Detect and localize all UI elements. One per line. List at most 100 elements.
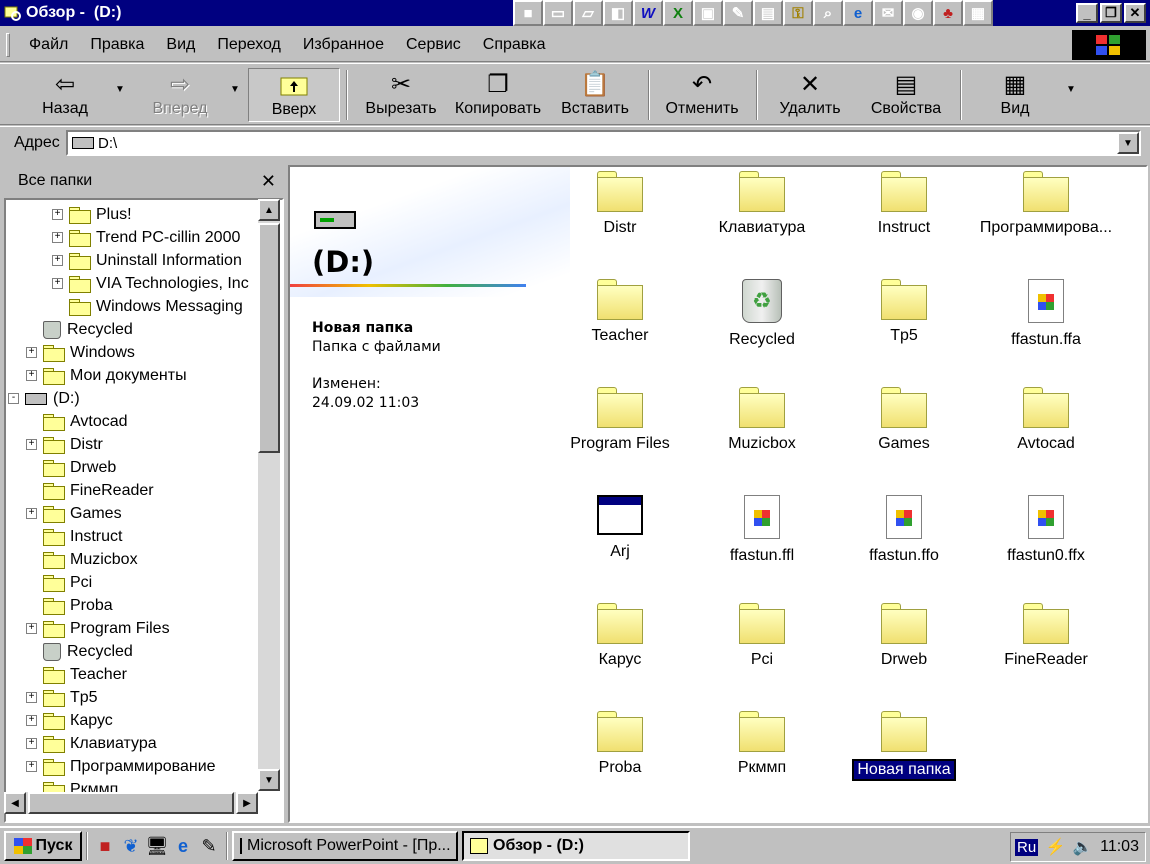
tree-item[interactable]: FineReader (26, 479, 154, 502)
close-button[interactable]: ✕ (1124, 3, 1146, 23)
tree-item[interactable]: + Клавиатура (26, 732, 157, 755)
excel-icon[interactable]: X (663, 0, 693, 26)
scroll-down-button[interactable]: ▼ (258, 769, 280, 791)
tree-item[interactable]: Instruct (26, 525, 122, 548)
tree-item[interactable]: + Windows (26, 341, 135, 364)
tree-item[interactable]: Recycled (26, 318, 133, 341)
file-item[interactable]: Ркммп (692, 711, 832, 811)
open-document-icon[interactable]: ▱ (573, 0, 603, 26)
tree-item[interactable]: - (D:) (8, 387, 80, 410)
scroll-right-button[interactable]: ▶ (236, 792, 258, 814)
tree-item[interactable]: Recycled (26, 640, 133, 663)
expand-icon[interactable]: + (26, 738, 37, 749)
file-item[interactable]: Instruct (834, 171, 974, 271)
powerpoint-icon[interactable]: ▣ (693, 0, 723, 26)
office-logo-icon[interactable]: ■ (513, 0, 543, 26)
maximize-button[interactable]: ❐ (1100, 3, 1122, 23)
expand-icon[interactable]: + (26, 761, 37, 772)
file-item[interactable]: ffastun.ffo (834, 495, 974, 595)
up-button[interactable]: Вверх (248, 68, 340, 122)
tree-item[interactable]: + Карус (26, 709, 113, 732)
undo-button[interactable]: ↶ Отменить (662, 68, 742, 122)
title-bar[interactable]: Обзор - (D:) ■ ▭ ▱ ◧ W X ▣ ✎ ▤ ⚿ ⌕ e ✉ ◉… (0, 0, 1150, 26)
forward-button[interactable]: ⇨ Вперед (140, 68, 220, 122)
file-item[interactable]: Карус (550, 603, 690, 703)
ie-launch-icon[interactable]: e (170, 833, 196, 859)
minimize-button[interactable]: _ (1076, 3, 1098, 23)
tree-item[interactable]: + Программирование (26, 755, 216, 778)
menu-grip[interactable] (6, 32, 10, 57)
forward-history-dropdown[interactable]: ▼ (230, 84, 240, 95)
word-icon[interactable]: W (633, 0, 663, 26)
file-item[interactable]: ffastun.ffl (692, 495, 832, 595)
collapse-icon[interactable]: - (8, 393, 19, 404)
tree-scroll-thumb[interactable] (258, 223, 280, 453)
language-indicator[interactable]: Ru (1015, 838, 1039, 856)
tree-item[interactable]: Muzicbox (26, 548, 138, 571)
expand-icon[interactable]: + (26, 439, 37, 450)
tree-item[interactable]: Pci (26, 571, 92, 594)
expand-icon[interactable]: + (26, 370, 37, 381)
tree-vertical-scrollbar[interactable]: ▲ ▼ (258, 199, 280, 791)
file-item[interactable]: Games (834, 387, 974, 487)
show-desktop-icon[interactable]: 🖥 (144, 833, 170, 859)
outlook-launch-icon[interactable]: ✎ (196, 833, 222, 859)
file-item[interactable]: Avtocad (976, 387, 1116, 487)
task-powerpoint[interactable]: Microsoft PowerPoint - [Пр... (232, 831, 458, 861)
tree-item[interactable]: + Distr (26, 433, 103, 456)
cut-button[interactable]: ✂ Вырезать (362, 68, 440, 122)
views-button[interactable]: ▦ Вид (990, 68, 1040, 122)
camera-icon[interactable]: ◉ (903, 0, 933, 26)
tree-item[interactable]: + Uninstall Information (52, 249, 242, 272)
file-item[interactable]: Muzicbox (692, 387, 832, 487)
tree-item[interactable]: Teacher (26, 663, 127, 686)
file-item[interactable]: FineReader (976, 603, 1116, 703)
tree-item[interactable]: + Games (26, 502, 122, 525)
copy-button[interactable]: ❐ Копировать (452, 68, 544, 122)
paste-button[interactable]: 📋 Вставить (558, 68, 632, 122)
back-button[interactable]: ⇦ Назад (30, 68, 100, 122)
delete-button[interactable]: ✕ Удалить (776, 68, 844, 122)
tree-item[interactable]: Avtocad (26, 410, 128, 433)
file-item[interactable]: Drweb (834, 603, 974, 703)
volume-icon[interactable]: 🔈 (1073, 837, 1093, 857)
tree-item[interactable]: + VIA Technologies, Inc (52, 272, 249, 295)
properties-button[interactable]: ▤ Свойства (866, 68, 946, 122)
tree-item[interactable]: + Program Files (26, 617, 170, 640)
channels-icon[interactable]: ❦ (118, 833, 144, 859)
new-document-icon[interactable]: ▭ (543, 0, 573, 26)
menu-file[interactable]: Файл (18, 36, 79, 54)
calculator-icon[interactable]: ▦ (963, 0, 993, 26)
tree-item[interactable]: Proba (26, 594, 113, 617)
internet-explorer-icon[interactable]: e (843, 0, 873, 26)
key-icon[interactable]: ⚿ (783, 0, 813, 26)
game-icon[interactable]: ♣ (933, 0, 963, 26)
expand-icon[interactable]: + (52, 232, 63, 243)
tree-item[interactable]: + Мои документы (26, 364, 187, 387)
expand-icon[interactable]: + (26, 692, 37, 703)
outlook-icon[interactable]: ✉ (873, 0, 903, 26)
file-item[interactable]: ffastun0.ffx (976, 495, 1116, 595)
access-icon[interactable]: ✎ (723, 0, 753, 26)
menu-favorites[interactable]: Избранное (292, 36, 395, 54)
file-item[interactable]: Proba (550, 711, 690, 811)
task-explorer[interactable]: Обзор - (D:) (462, 831, 690, 861)
back-history-dropdown[interactable]: ▼ (115, 84, 125, 95)
network-icon[interactable]: ⚡ (1046, 837, 1066, 857)
file-item[interactable]: ffastun.ffa (976, 279, 1116, 379)
views-dropdown[interactable]: ▼ (1066, 84, 1076, 95)
expand-icon[interactable]: + (26, 623, 37, 634)
tree-item[interactable]: + Tp5 (26, 686, 98, 709)
scroll-left-button[interactable]: ◀ (4, 792, 26, 814)
tree-item[interactable]: Drweb (26, 456, 116, 479)
file-item[interactable]: Клавиатура (692, 171, 832, 271)
menu-edit[interactable]: Правка (79, 36, 155, 54)
expand-icon[interactable]: + (52, 209, 63, 220)
file-item[interactable]: Recycled (692, 279, 832, 379)
tree-item[interactable]: + Trend PC-cillin 2000 (52, 226, 240, 249)
menu-go[interactable]: Переход (206, 36, 292, 54)
file-item[interactable]: Tp5 (834, 279, 974, 379)
expand-icon[interactable]: + (26, 508, 37, 519)
tree-item[interactable]: + Plus! (52, 203, 132, 226)
tree-horizontal-scrollbar[interactable]: ◀ ▶ (4, 792, 258, 814)
